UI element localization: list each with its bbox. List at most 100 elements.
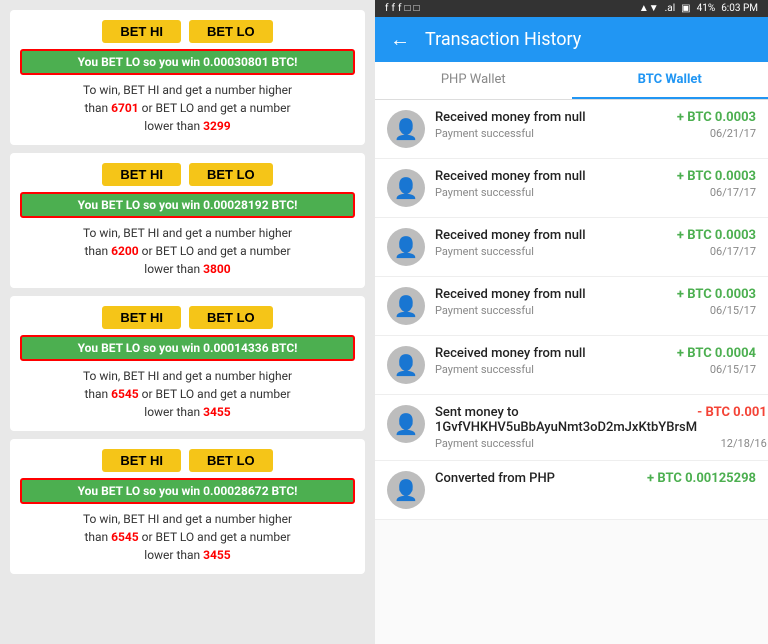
- tx-top-4: Received money from null + BTC 0.0003: [435, 287, 756, 302]
- back-button[interactable]: ←: [390, 27, 410, 52]
- win-message-4: You BET LO so you win 0.00028672 BTC!: [20, 478, 355, 504]
- bet-hi-button-4[interactable]: BET HI: [102, 449, 181, 472]
- tx-top-2: Received money from null + BTC 0.0003: [435, 169, 756, 184]
- tx-status-2: Payment successful: [435, 186, 534, 199]
- num-hi-1: 6701: [111, 101, 139, 115]
- tx-details-4: Received money from null + BTC 0.0003 Pa…: [435, 287, 756, 317]
- bet-lo-button-2[interactable]: BET LO: [189, 163, 273, 186]
- tx-amount-5: + BTC 0.0004: [677, 346, 756, 361]
- fb-icon2: f: [391, 3, 394, 14]
- person-icon-4: 👤: [394, 294, 419, 318]
- tx-status-3: Payment successful: [435, 245, 534, 258]
- tx-bottom-5: Payment successful 06/15/17: [435, 363, 756, 376]
- bet-card-1: BET HI BET LO You BET LO so you win 0.00…: [10, 10, 365, 145]
- person-icon-1: 👤: [394, 117, 419, 141]
- wifi-icon: ▲▼: [639, 3, 659, 14]
- wallet-tabs: PHP WalletBTC Wallet: [375, 62, 768, 100]
- tx-status-6: Payment successful: [435, 437, 534, 450]
- transaction-item-4[interactable]: 👤 Received money from null + BTC 0.0003 …: [375, 277, 768, 336]
- tx-bottom-2: Payment successful 06/17/17: [435, 186, 756, 199]
- num-lo-1: 3299: [203, 119, 231, 133]
- fb-icon3: f: [398, 3, 401, 14]
- status-left-icons: f f f □ □: [385, 3, 420, 14]
- tx-date-2: 06/17/17: [710, 186, 756, 199]
- avatar-3: 👤: [387, 228, 425, 266]
- tx-top-1: Received money from null + BTC 0.0003: [435, 110, 756, 125]
- transaction-item-2[interactable]: 👤 Received money from null + BTC 0.0003 …: [375, 159, 768, 218]
- wallet-tab-php-wallet[interactable]: PHP Wallet: [375, 62, 572, 99]
- bet-buttons-1: BET HI BET LO: [102, 20, 272, 43]
- avatar-4: 👤: [387, 287, 425, 325]
- bet-buttons-3: BET HI BET LO: [102, 306, 272, 329]
- tx-status-1: Payment successful: [435, 127, 534, 140]
- bet-info-1: To win, BET HI and get a number higher t…: [83, 81, 292, 135]
- tx-amount-3: + BTC 0.0003: [677, 228, 756, 243]
- tx-status-4: Payment successful: [435, 304, 534, 317]
- tx-bottom-4: Payment successful 06/15/17: [435, 304, 756, 317]
- tx-date-6: 12/18/16: [721, 437, 767, 450]
- transaction-item-7[interactable]: 👤 Converted from PHP + BTC 0.00125298: [375, 461, 768, 520]
- tx-top-7: Converted from PHP + BTC 0.00125298: [435, 471, 756, 486]
- bet-info-4: To win, BET HI and get a number higher t…: [83, 510, 292, 564]
- bet-info-3: To win, BET HI and get a number higher t…: [83, 367, 292, 421]
- wallet-tab-btc-wallet[interactable]: BTC Wallet: [572, 62, 768, 99]
- box-icon2: □: [414, 3, 420, 14]
- num-hi-3: 6545: [111, 387, 139, 401]
- tx-title-3: Received money from null: [435, 228, 586, 243]
- bet-lo-button-1[interactable]: BET LO: [189, 20, 273, 43]
- avatar-5: 👤: [387, 346, 425, 384]
- tx-top-3: Received money from null + BTC 0.0003: [435, 228, 756, 243]
- bet-hi-button-2[interactable]: BET HI: [102, 163, 181, 186]
- transaction-item-1[interactable]: 👤 Received money from null + BTC 0.0003 …: [375, 100, 768, 159]
- bet-buttons-2: BET HI BET LO: [102, 163, 272, 186]
- bet-info-2: To win, BET HI and get a number higher t…: [83, 224, 292, 278]
- avatar-6: 👤: [387, 405, 425, 443]
- tx-details-2: Received money from null + BTC 0.0003 Pa…: [435, 169, 756, 199]
- status-bar: f f f □ □ ▲▼ .al ▣ 41% 6:03 PM: [375, 0, 768, 17]
- tx-date-5: 06/15/17: [710, 363, 756, 376]
- tx-date-1: 06/21/17: [710, 127, 756, 140]
- bet-hi-button-3[interactable]: BET HI: [102, 306, 181, 329]
- transaction-list: 👤 Received money from null + BTC 0.0003 …: [375, 100, 768, 644]
- avatar-7: 👤: [387, 471, 425, 509]
- tx-top-5: Received money from null + BTC 0.0004: [435, 346, 756, 361]
- box-icon1: □: [404, 3, 410, 14]
- tx-amount-1: + BTC 0.0003: [677, 110, 756, 125]
- bet-lo-button-4[interactable]: BET LO: [189, 449, 273, 472]
- avatar-1: 👤: [387, 110, 425, 148]
- bet-card-4: BET HI BET LO You BET LO so you win 0.00…: [10, 439, 365, 574]
- tx-amount-2: + BTC 0.0003: [677, 169, 756, 184]
- tx-details-6: Sent money to 1GvfVHKHV5uBbAyuNmt3oD2mJx…: [435, 405, 767, 450]
- transaction-item-3[interactable]: 👤 Received money from null + BTC 0.0003 …: [375, 218, 768, 277]
- num-hi-4: 6545: [111, 530, 139, 544]
- header-title: Transaction History: [425, 29, 581, 50]
- tx-title-5: Received money from null: [435, 346, 586, 361]
- tx-amount-7: + BTC 0.00125298: [647, 471, 756, 486]
- tx-title-1: Received money from null: [435, 110, 586, 125]
- status-right: ▲▼ .al ▣ 41% 6:03 PM: [639, 3, 758, 14]
- transaction-item-6[interactable]: 👤 Sent money to 1GvfVHKHV5uBbAyuNmt3oD2m…: [375, 395, 768, 461]
- tx-amount-4: + BTC 0.0003: [677, 287, 756, 302]
- bet-lo-button-3[interactable]: BET LO: [189, 306, 273, 329]
- tx-date-3: 06/17/17: [710, 245, 756, 258]
- tx-bottom-6: Payment successful 12/18/16: [435, 437, 767, 450]
- tx-details-1: Received money from null + BTC 0.0003 Pa…: [435, 110, 756, 140]
- bet-hi-button-1[interactable]: BET HI: [102, 20, 181, 43]
- tx-title-2: Received money from null: [435, 169, 586, 184]
- transaction-item-5[interactable]: 👤 Received money from null + BTC 0.0004 …: [375, 336, 768, 395]
- battery-icon: ▣: [681, 3, 690, 14]
- tx-amount-6: - BTC 0.001: [697, 405, 767, 420]
- tx-details-7: Converted from PHP + BTC 0.00125298: [435, 471, 756, 488]
- bet-card-3: BET HI BET LO You BET LO so you win 0.00…: [10, 296, 365, 431]
- bet-buttons-4: BET HI BET LO: [102, 449, 272, 472]
- tx-bottom-1: Payment successful 06/21/17: [435, 127, 756, 140]
- avatar-2: 👤: [387, 169, 425, 207]
- time-display: 6:03 PM: [721, 3, 758, 14]
- transaction-header: ← Transaction History: [375, 17, 768, 62]
- tx-bottom-3: Payment successful 06/17/17: [435, 245, 756, 258]
- person-icon-7: 👤: [394, 478, 419, 502]
- fb-icon1: f: [385, 3, 388, 14]
- num-hi-2: 6200: [111, 244, 139, 258]
- tx-title-7: Converted from PHP: [435, 471, 555, 486]
- tx-status-5: Payment successful: [435, 363, 534, 376]
